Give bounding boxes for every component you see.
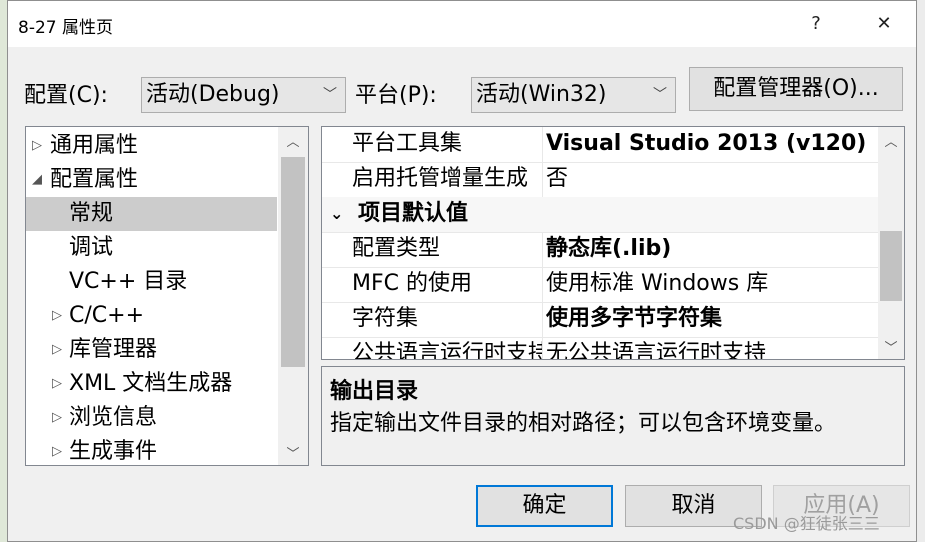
tree-item-c-cpp[interactable]: ▷ C/C++: [26, 299, 277, 333]
close-button[interactable]: ✕: [862, 7, 906, 41]
description-title: 输出目录: [330, 379, 419, 404]
description-text: 指定输出文件目录的相对路径；可以包含环境变量。: [330, 411, 837, 436]
property-value: 否: [546, 166, 569, 191]
tree-item-label: 生成事件: [69, 439, 158, 464]
expand-icon[interactable]: ▷: [52, 299, 62, 333]
tree-scrollbar[interactable]: ︿ ﹀: [278, 127, 308, 465]
tree-item-label: 配置属性: [50, 167, 139, 192]
tree-item-vc-directories[interactable]: VC++ 目录: [26, 265, 277, 299]
help-button[interactable]: ?: [794, 7, 838, 41]
scroll-up-icon[interactable]: ︿: [278, 131, 308, 150]
grid-scrollbar[interactable]: ︿ ﹀: [878, 127, 904, 359]
property-value: Visual Studio 2013 (v120): [546, 131, 867, 156]
property-row-use-of-mfc[interactable]: MFC 的使用 使用标准 Windows 库: [322, 267, 878, 303]
property-tree: ▷ 通用属性 ◢ 配置属性 常规 调试 VC++ 目录 ▷ C/C++ ▷ 库管…: [25, 126, 309, 466]
tree-item-label: 常规: [69, 201, 114, 226]
category-row-project-defaults[interactable]: ⌄ 项目默认值: [322, 197, 878, 233]
background-left-strip: [0, 0, 7, 542]
column-divider: [542, 337, 543, 359]
tree-item-config-properties[interactable]: ◢ 配置属性: [26, 163, 277, 197]
description-panel: 输出目录 指定输出文件目录的相对路径；可以包含环境变量。: [321, 366, 905, 466]
tree-scroll-thumb[interactable]: [281, 157, 305, 367]
tree-item-label: XML 文档生成器: [69, 371, 233, 396]
property-value: 无公共语言运行时支持: [546, 341, 767, 360]
title-bar: 8-27 属性页 ? ✕: [8, 1, 916, 47]
watermark-text: CSDN @狂徒张三三: [733, 514, 880, 533]
column-divider: [542, 267, 543, 302]
config-manager-button[interactable]: 配置管理器(O)...: [689, 67, 903, 111]
category-label: 项目默认值: [358, 201, 469, 226]
property-name: 公共语言运行时支持: [352, 341, 542, 360]
property-name: 平台工具集: [352, 131, 463, 156]
property-pages-dialog: 8-27 属性页 ? ✕ 配置(C): 活动(Debug) ﹀ 平台(P): 活…: [7, 0, 917, 542]
collapse-icon[interactable]: ◢: [32, 163, 42, 197]
platform-label: 平台(P):: [355, 83, 437, 108]
property-value: 使用多字节字符集: [546, 306, 723, 331]
property-row-platform-toolset[interactable]: 平台工具集 Visual Studio 2013 (v120): [322, 127, 878, 163]
tree-item-build-events[interactable]: ▷ 生成事件: [26, 435, 277, 465]
property-name: 启用托管增量生成: [352, 166, 529, 191]
config-combo-value: 活动(Debug): [146, 82, 280, 107]
tree-item-debugging[interactable]: 调试: [26, 231, 277, 265]
scroll-down-icon[interactable]: ﹀: [878, 337, 904, 356]
background-right-strip: [917, 0, 925, 542]
tree-item-xml-doc-generator[interactable]: ▷ XML 文档生成器: [26, 367, 277, 401]
chevron-down-icon: ﹀: [653, 87, 667, 103]
tree-item-label: VC++ 目录: [69, 269, 188, 294]
expand-icon[interactable]: ▷: [32, 129, 42, 163]
column-divider: [542, 162, 543, 197]
chevron-down-icon: ﹀: [323, 87, 337, 103]
column-divider: [542, 302, 543, 337]
property-name: 配置类型: [352, 236, 441, 261]
tree-item-librarian[interactable]: ▷ 库管理器: [26, 333, 277, 367]
column-divider: [542, 127, 543, 162]
property-name: MFC 的使用: [352, 271, 472, 296]
property-row-configuration-type[interactable]: 配置类型 静态库(.lib): [322, 232, 878, 268]
config-combo[interactable]: 活动(Debug) ﹀: [141, 77, 346, 113]
property-row-managed-incremental-build[interactable]: 启用托管增量生成 否: [322, 162, 878, 198]
expand-icon[interactable]: ▷: [52, 367, 62, 401]
property-value: 使用标准 Windows 库: [546, 271, 769, 296]
property-row-character-set[interactable]: 字符集 使用多字节字符集: [322, 302, 878, 338]
grid-scroll-thumb[interactable]: [880, 231, 902, 301]
property-grid: 平台工具集 Visual Studio 2013 (v120) 启用托管增量生成…: [321, 126, 905, 360]
config-label: 配置(C):: [24, 83, 108, 108]
property-name: 字符集: [352, 306, 419, 331]
tree-item-label: 浏览信息: [69, 405, 158, 430]
expand-icon[interactable]: ▷: [52, 435, 62, 465]
tree-item-label: 库管理器: [69, 337, 158, 362]
tree-item-label: 通用属性: [50, 133, 139, 158]
window-title: 8-27 属性页: [18, 18, 113, 38]
property-value: 静态库(.lib): [546, 236, 672, 261]
platform-combo[interactable]: 活动(Win32) ﹀: [471, 77, 676, 113]
tree-item-label: 调试: [69, 235, 114, 260]
platform-combo-value: 活动(Win32): [476, 82, 607, 107]
tree-item-common-properties[interactable]: ▷ 通用属性: [26, 129, 277, 163]
tree-item-label: C/C++: [69, 303, 145, 328]
expand-icon[interactable]: ▷: [52, 401, 62, 435]
tree-item-browse-info[interactable]: ▷ 浏览信息: [26, 401, 277, 435]
scroll-up-icon[interactable]: ︿: [878, 131, 904, 150]
tree-item-general[interactable]: 常规: [26, 197, 277, 231]
expand-icon[interactable]: ▷: [52, 333, 62, 367]
collapse-chevron-icon[interactable]: ⌄: [330, 197, 343, 231]
property-row-clr-support[interactable]: 公共语言运行时支持 无公共语言运行时支持: [322, 337, 878, 360]
scroll-down-icon[interactable]: ﹀: [278, 443, 308, 462]
column-divider: [542, 232, 543, 267]
ok-button[interactable]: 确定: [476, 485, 613, 527]
